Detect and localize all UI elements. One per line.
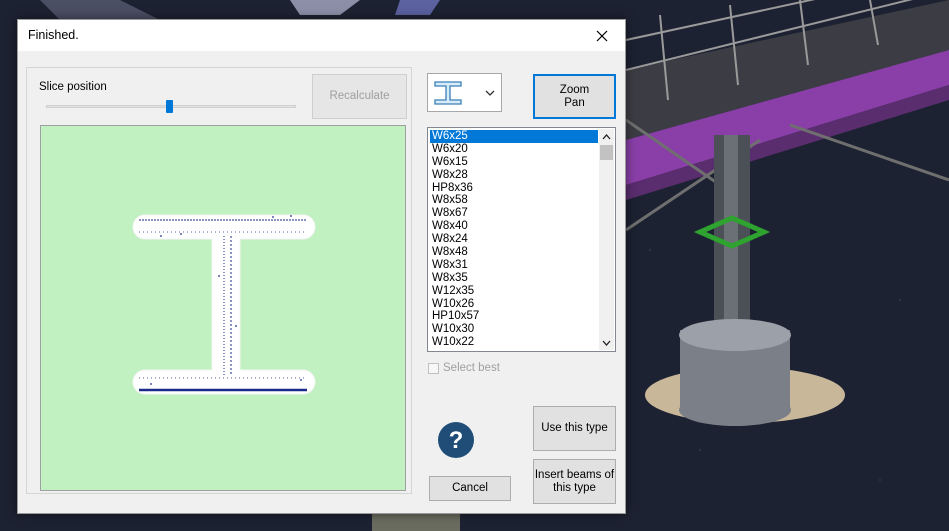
section-list-item[interactable]: W8x58: [430, 194, 598, 207]
insert-beams-line1: Insert beams of: [534, 468, 615, 481]
section-list-item[interactable]: W6x25: [430, 130, 598, 143]
section-preview: [40, 125, 406, 491]
section-list-item[interactable]: W10x30: [430, 323, 598, 336]
zoom-pan-line2: Pan: [564, 96, 585, 109]
zoom-pan-button[interactable]: Zoom Pan: [533, 74, 616, 119]
section-list-item[interactable]: W8x31: [430, 259, 598, 272]
section-list-item[interactable]: W6x15: [430, 156, 598, 169]
scroll-up-button[interactable]: [599, 129, 614, 144]
help-glyph: ?: [449, 427, 464, 454]
dialog-title: Finished.: [28, 28, 79, 42]
section-list-item[interactable]: HP8x36: [430, 182, 598, 195]
section-list-item[interactable]: W10x22: [430, 336, 598, 349]
select-best-label: Select best: [443, 362, 500, 374]
zoom-pan-line1: Zoom: [559, 83, 590, 96]
section-list-item[interactable]: W8x40: [430, 220, 598, 233]
section-list-item[interactable]: W8x48: [430, 246, 598, 259]
insert-beams-line2: this type: [553, 481, 596, 494]
section-list-item[interactable]: W8x28: [430, 169, 598, 182]
recalculate-button[interactable]: Recalculate: [312, 74, 407, 119]
insert-beams-button[interactable]: Insert beams of this type: [533, 459, 616, 504]
i-beam-icon: [434, 81, 462, 105]
section-list-item[interactable]: W8x67: [430, 207, 598, 220]
slice-slider-thumb[interactable]: [166, 100, 173, 113]
section-list[interactable]: W6x25 W6x20 W6x15 W8x28 HP8x36 W8x58 W8x67 W8x4…: [427, 127, 616, 352]
section-list-item[interactable]: W8x35: [430, 272, 598, 285]
close-icon: [596, 30, 608, 41]
list-scrollbar[interactable]: [599, 129, 614, 350]
cancel-button[interactable]: Cancel: [429, 476, 511, 501]
use-this-type-button[interactable]: Use this type: [533, 406, 616, 451]
select-best-checkbox[interactable]: [428, 362, 439, 374]
scroll-thumb[interactable]: [600, 145, 613, 160]
section-list-item[interactable]: W8x24: [430, 233, 598, 246]
scroll-down-button[interactable]: [599, 335, 614, 350]
section-list-item[interactable]: HP10x57: [430, 310, 598, 323]
profile-type-combo[interactable]: [427, 73, 502, 112]
section-list-item[interactable]: W10x26: [430, 298, 598, 311]
section-dialog: Finished. Slice position Recalculate Zoo…: [17, 19, 626, 514]
title-bar: Finished.: [18, 20, 625, 51]
chevron-up-icon: [602, 133, 611, 139]
close-button[interactable]: [579, 20, 625, 51]
section-list-items: W6x25 W6x20 W6x15 W8x28 HP8x36 W8x58 W8x67 W8x4…: [430, 130, 598, 349]
i-section-drawing: [132, 214, 316, 395]
chevron-down-icon: [485, 90, 495, 96]
select-best-row: Select best: [428, 362, 500, 374]
chevron-down-icon: [602, 340, 611, 346]
slice-position-label: Slice position: [39, 81, 107, 93]
section-list-item[interactable]: W6x20: [430, 143, 598, 156]
help-icon[interactable]: ?: [437, 421, 475, 459]
section-list-item[interactable]: W12x35: [430, 285, 598, 298]
